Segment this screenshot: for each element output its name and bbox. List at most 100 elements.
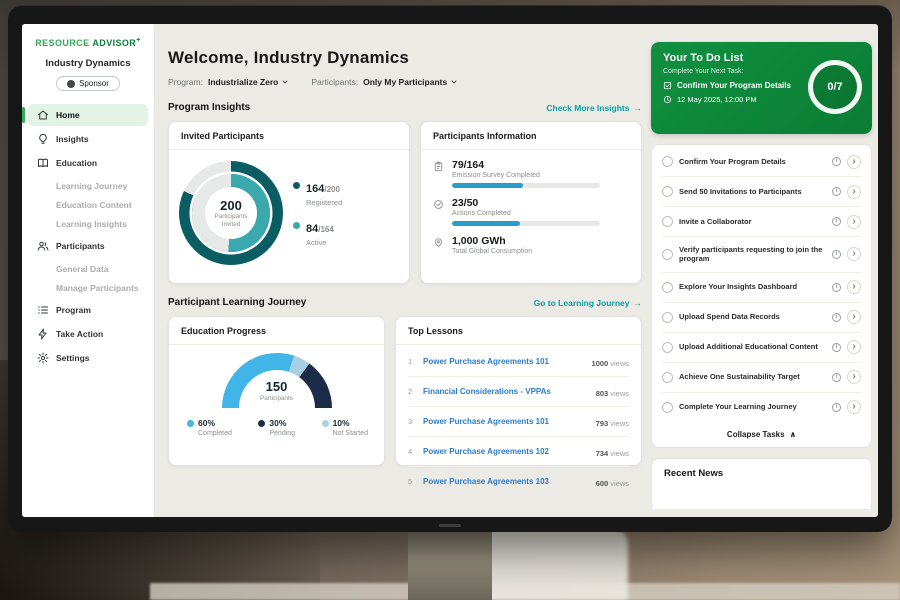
task-checkbox[interactable] bbox=[662, 186, 673, 197]
task-label: Send 50 Invitations to Participants bbox=[679, 187, 826, 197]
chevron-right-icon[interactable]: › bbox=[847, 247, 861, 261]
info-icon[interactable]: i bbox=[832, 217, 841, 226]
task-checkbox[interactable] bbox=[662, 312, 673, 323]
task-checkbox[interactable] bbox=[662, 282, 673, 293]
lesson-row[interactable]: 2 Financial Considerations - VPPAs 803vi… bbox=[408, 377, 629, 407]
sidebar-item-learning-journey[interactable]: Learning Journey bbox=[28, 176, 148, 195]
sidebar-item-home[interactable]: Home bbox=[28, 104, 148, 126]
chevron-right-icon[interactable]: › bbox=[847, 185, 861, 199]
collapse-tasks-button[interactable]: Collapse Tasks ∧ bbox=[662, 422, 861, 447]
todo-task-list-card: Confirm Your Program Details i › Send 50… bbox=[651, 144, 872, 448]
lesson-rank: 3 bbox=[408, 417, 415, 426]
info-icon[interactable]: i bbox=[832, 343, 841, 352]
go-to-learning-journey-link[interactable]: Go to Learning Journey → bbox=[534, 298, 642, 308]
lesson-link[interactable]: Power Purchase Agreements 102 bbox=[423, 447, 588, 456]
legend-label: Not Started bbox=[333, 430, 368, 437]
card-title: Top Lessons bbox=[396, 317, 641, 345]
todo-next-task[interactable]: Confirm Your Program Details bbox=[663, 81, 803, 90]
sidebar-item-settings[interactable]: Settings bbox=[28, 347, 148, 369]
info-icon[interactable]: i bbox=[832, 250, 841, 259]
chevron-down-icon bbox=[450, 78, 458, 86]
sidebar-item-manage-participants[interactable]: Manage Participants bbox=[28, 278, 148, 297]
task-row[interactable]: Confirm Your Program Details i › bbox=[662, 147, 861, 177]
brand-name-resource: RESOURCE bbox=[35, 38, 89, 48]
participants-filter-dropdown[interactable]: Only My Participants bbox=[363, 77, 458, 87]
org-name: Industry Dynamics bbox=[22, 58, 154, 69]
legend-value: 60% bbox=[198, 418, 215, 428]
sidebar-item-insights[interactable]: Insights bbox=[28, 128, 148, 150]
info-icon[interactable]: i bbox=[832, 187, 841, 196]
info-icon[interactable]: i bbox=[832, 373, 841, 382]
chevron-right-icon[interactable]: › bbox=[847, 310, 861, 324]
chevron-right-icon[interactable]: › bbox=[847, 215, 861, 229]
scene: RESOURCE ADVISOR+ Industry Dynamics Spon… bbox=[0, 0, 900, 600]
chevron-right-icon[interactable]: › bbox=[847, 370, 861, 384]
stat-actions-completed: 23/50 Actions Completed bbox=[433, 197, 629, 226]
stat-emission-survey: 79/164 Emission Survey Completed bbox=[433, 159, 629, 188]
legend-dot-registered bbox=[293, 182, 300, 189]
chevron-right-icon[interactable]: › bbox=[847, 400, 861, 414]
sidebar-item-label: Education bbox=[56, 158, 97, 168]
sidebar-item-learning-insights[interactable]: Learning Insights bbox=[28, 214, 148, 233]
education-progress-gauge-chart: 150 Participants bbox=[222, 353, 332, 410]
lesson-link[interactable]: Power Purchase Agreements 103 bbox=[423, 477, 588, 486]
sponsor-badge[interactable]: Sponsor bbox=[56, 76, 120, 91]
task-checkbox[interactable] bbox=[662, 402, 673, 413]
sidebar-item-take-action[interactable]: Take Action bbox=[28, 323, 148, 345]
task-row[interactable]: Verify participants requesting to join t… bbox=[662, 237, 861, 273]
check-more-insights-link[interactable]: Check More Insights → bbox=[546, 103, 642, 113]
task-row[interactable]: Explore Your Insights Dashboard i › bbox=[662, 273, 861, 303]
task-row[interactable]: Upload Additional Educational Content i … bbox=[662, 333, 861, 363]
info-icon[interactable]: i bbox=[832, 313, 841, 322]
task-row[interactable]: Complete Your Learning Journey i › bbox=[662, 393, 861, 422]
stat-value: 1,000 GWh bbox=[452, 235, 532, 247]
legend-value: 30% bbox=[269, 418, 286, 428]
link-label: Go to Learning Journey bbox=[534, 298, 630, 308]
task-label: Upload Spend Data Records bbox=[679, 312, 826, 322]
task-row[interactable]: Achieve One Sustainability Target i › bbox=[662, 363, 861, 393]
collapse-tasks-label: Collapse Tasks bbox=[727, 430, 785, 439]
lesson-link[interactable]: Power Purchase Agreements 101 bbox=[423, 357, 584, 366]
task-checkbox[interactable] bbox=[662, 216, 673, 227]
lesson-link[interactable]: Financial Considerations - VPPAs bbox=[423, 387, 588, 396]
program-insights-title: Program Insights bbox=[168, 102, 250, 113]
task-row[interactable]: Upload Spend Data Records i › bbox=[662, 303, 861, 333]
clock-icon bbox=[663, 95, 672, 104]
sidebar-item-education[interactable]: Education bbox=[28, 152, 148, 174]
chevron-right-icon[interactable]: › bbox=[847, 280, 861, 294]
legend-item-registered: 164/200 Registered bbox=[293, 179, 342, 207]
lesson-link[interactable]: Power Purchase Agreements 101 bbox=[423, 417, 588, 426]
sidebar-item-participants[interactable]: Participants bbox=[28, 235, 148, 257]
task-label: Verify participants requesting to join t… bbox=[679, 245, 826, 265]
task-checkbox[interactable] bbox=[662, 342, 673, 353]
task-row[interactable]: Invite a Collaborator i › bbox=[662, 207, 861, 237]
sidebar-item-program[interactable]: Program bbox=[28, 299, 148, 321]
chevron-right-icon[interactable]: › bbox=[847, 155, 861, 169]
task-checkbox[interactable] bbox=[662, 372, 673, 383]
stats-list: 79/164 Emission Survey Completed 23/50 A… bbox=[421, 150, 641, 255]
task-checkbox[interactable] bbox=[662, 249, 673, 260]
lesson-row[interactable]: 3 Power Purchase Agreements 101 793views bbox=[408, 407, 629, 437]
lesson-rank: 4 bbox=[408, 447, 415, 456]
task-row[interactable]: Send 50 Invitations to Participants i › bbox=[662, 177, 861, 207]
sidebar-item-label: Home bbox=[56, 110, 80, 120]
info-icon[interactable]: i bbox=[832, 283, 841, 292]
legend-value: 84 bbox=[306, 223, 318, 235]
chevron-right-icon[interactable]: › bbox=[847, 340, 861, 354]
info-icon[interactable]: i bbox=[832, 403, 841, 412]
task-label: Upload Additional Educational Content bbox=[679, 342, 826, 352]
sidebar-item-general-data[interactable]: General Data bbox=[28, 259, 148, 278]
brand-name-advisor: ADVISOR bbox=[92, 38, 136, 48]
education-book-icon bbox=[37, 157, 49, 169]
legend-value: 164 bbox=[306, 183, 324, 195]
info-icon[interactable]: i bbox=[832, 157, 841, 166]
lesson-row[interactable]: 5 Power Purchase Agreements 103 600views bbox=[408, 467, 629, 496]
task-label: Invite a Collaborator bbox=[679, 217, 826, 227]
legend-label: Active bbox=[306, 238, 334, 247]
sidebar-item-education-content[interactable]: Education Content bbox=[28, 195, 148, 214]
lesson-row[interactable]: 1 Power Purchase Agreements 101 1000view… bbox=[408, 347, 629, 377]
lesson-row[interactable]: 4 Power Purchase Agreements 102 734views bbox=[408, 437, 629, 467]
task-checkbox[interactable] bbox=[662, 156, 673, 167]
sidebar: RESOURCE ADVISOR+ Industry Dynamics Spon… bbox=[22, 24, 155, 517]
program-filter-dropdown[interactable]: Industrialize Zero bbox=[208, 77, 289, 87]
